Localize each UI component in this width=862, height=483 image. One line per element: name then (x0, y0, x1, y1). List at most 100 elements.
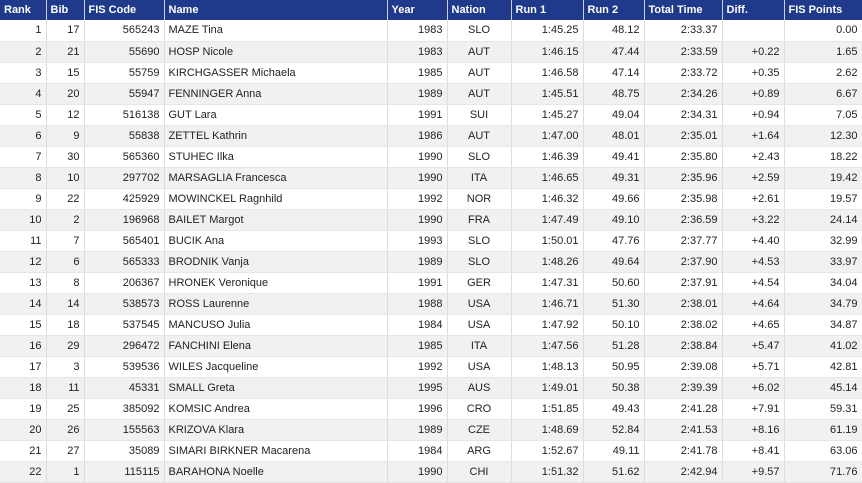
cell-nation: SLO (447, 251, 512, 273)
cell-run1: 1:50.01 (511, 230, 584, 252)
cell-run1: 1:48.26 (511, 251, 584, 273)
col-header-run2[interactable]: Run 2 (583, 0, 645, 20)
cell-diff: +4.40 (722, 230, 785, 252)
col-header-fis-points[interactable]: FIS Points (784, 0, 862, 20)
cell-diff: +4.54 (722, 272, 785, 294)
cell-name[interactable]: SIMARI BIRKNER Macarena (164, 440, 388, 462)
cell-name[interactable]: MANCUSO Julia (164, 314, 388, 336)
cell-name[interactable]: MOWINCKEL Ragnhild (164, 188, 388, 210)
cell-year: 1984 (387, 314, 448, 336)
cell-total-time: 2:42.94 (644, 461, 723, 483)
cell-run2: 47.14 (583, 62, 645, 84)
cell-run1: 1:46.39 (511, 146, 584, 168)
col-header-bib[interactable]: Bib (46, 0, 85, 20)
cell-fis-points: 34.04 (784, 272, 862, 294)
table-row: 1 17 565243 MAZE Tina 1983 SLO 1:45.25 48.12 2:3… (0, 20, 862, 42)
cell-run1: 1:47.56 (511, 335, 584, 357)
cell-fis-points: 0.00 (784, 20, 862, 42)
cell-run2: 51.62 (583, 461, 645, 483)
cell-name[interactable]: MAZE Tina (164, 20, 388, 42)
cell-run1: 1:45.51 (511, 83, 584, 105)
cell-year: 1990 (387, 167, 448, 189)
cell-rank: 20 (0, 419, 47, 441)
table-row: 10 2 196968 BAILET Margot 1990 FRA 1:47.49 49.1… (0, 209, 862, 231)
cell-rank: 5 (0, 104, 47, 126)
cell-bib: 17 (46, 20, 85, 42)
cell-run2: 49.41 (583, 146, 645, 168)
cell-name[interactable]: KIRCHGASSER Michaela (164, 62, 388, 84)
cell-name[interactable]: FENNINGER Anna (164, 83, 388, 105)
cell-nation: SLO (447, 146, 512, 168)
cell-fis-points: 19.57 (784, 188, 862, 210)
cell-fis-code: 516138 (84, 104, 165, 126)
table-body: 1 17 565243 MAZE Tina 1983 SLO 1:45.25 48.12 2:3… (0, 20, 862, 483)
col-header-nation[interactable]: Nation (447, 0, 512, 20)
table-row: 3 15 55759 KIRCHGASSER Michaela 1985 AUT 1:46.… (0, 62, 862, 84)
cell-name[interactable]: ZETTEL Kathrin (164, 125, 388, 147)
cell-name[interactable]: HOSP Nicole (164, 41, 388, 63)
cell-fis-code: 565360 (84, 146, 165, 168)
table-row: 15 18 537545 MANCUSO Julia 1984 USA 1:47.92 50.… (0, 314, 862, 336)
cell-bib: 25 (46, 398, 85, 420)
col-header-diff[interactable]: Diff. (722, 0, 785, 20)
cell-nation: AUT (447, 83, 512, 105)
cell-rank: 9 (0, 188, 47, 210)
cell-name[interactable]: BUCIK Ana (164, 230, 388, 252)
cell-nation: SLO (447, 20, 512, 42)
cell-total-time: 2:33.59 (644, 41, 723, 63)
cell-diff: +8.41 (722, 440, 785, 462)
cell-fis-points: 45.14 (784, 377, 862, 399)
cell-rank: 19 (0, 398, 47, 420)
cell-rank: 18 (0, 377, 47, 399)
cell-run2: 47.76 (583, 230, 645, 252)
col-header-name[interactable]: Name (164, 0, 388, 20)
cell-fis-points: 41.02 (784, 335, 862, 357)
cell-name[interactable]: GUT Lara (164, 104, 388, 126)
col-header-year[interactable]: Year (387, 0, 448, 20)
cell-fis-points: 19.42 (784, 167, 862, 189)
cell-bib: 14 (46, 293, 85, 315)
cell-run2: 48.12 (583, 20, 645, 42)
cell-name[interactable]: BARAHONA Noelle (164, 461, 388, 483)
cell-fis-points: 18.22 (784, 146, 862, 168)
cell-name[interactable]: STUHEC Ilka (164, 146, 388, 168)
col-header-run1[interactable]: Run 1 (511, 0, 584, 20)
cell-rank: 1 (0, 20, 47, 42)
cell-bib: 27 (46, 440, 85, 462)
cell-name[interactable]: KRIZOVA Klara (164, 419, 388, 441)
cell-run2: 51.30 (583, 293, 645, 315)
cell-fis-code: 55690 (84, 41, 165, 63)
cell-bib: 18 (46, 314, 85, 336)
cell-run2: 50.60 (583, 272, 645, 294)
cell-bib: 10 (46, 167, 85, 189)
col-header-fis-code[interactable]: FIS Code (84, 0, 165, 20)
cell-rank: 11 (0, 230, 47, 252)
cell-fis-points: 1.65 (784, 41, 862, 63)
cell-name[interactable]: WILES Jacqueline (164, 356, 388, 378)
cell-name[interactable]: BRODNIK Vanja (164, 251, 388, 273)
cell-bib: 6 (46, 251, 85, 273)
cell-name[interactable]: BAILET Margot (164, 209, 388, 231)
cell-fis-points: 42.81 (784, 356, 862, 378)
cell-name[interactable]: ROSS Laurenne (164, 293, 388, 315)
cell-year: 1995 (387, 377, 448, 399)
cell-fis-points: 2.62 (784, 62, 862, 84)
cell-run2: 49.66 (583, 188, 645, 210)
cell-name[interactable]: MARSAGLIA Francesca (164, 167, 388, 189)
cell-name[interactable]: FANCHINI Elena (164, 335, 388, 357)
cell-diff: +3.22 (722, 209, 785, 231)
cell-run2: 47.44 (583, 41, 645, 63)
cell-fis-points: 63.06 (784, 440, 862, 462)
cell-year: 1990 (387, 209, 448, 231)
cell-rank: 4 (0, 83, 47, 105)
cell-nation: USA (447, 356, 512, 378)
cell-run1: 1:47.92 (511, 314, 584, 336)
col-header-total-time[interactable]: Total Time (644, 0, 723, 20)
cell-diff: +0.94 (722, 104, 785, 126)
cell-rank: 21 (0, 440, 47, 462)
cell-run1: 1:49.01 (511, 377, 584, 399)
cell-name[interactable]: KOMSIC Andrea (164, 398, 388, 420)
cell-name[interactable]: SMALL Greta (164, 377, 388, 399)
col-header-rank[interactable]: Rank (0, 0, 47, 20)
cell-name[interactable]: HRONEK Veronique (164, 272, 388, 294)
